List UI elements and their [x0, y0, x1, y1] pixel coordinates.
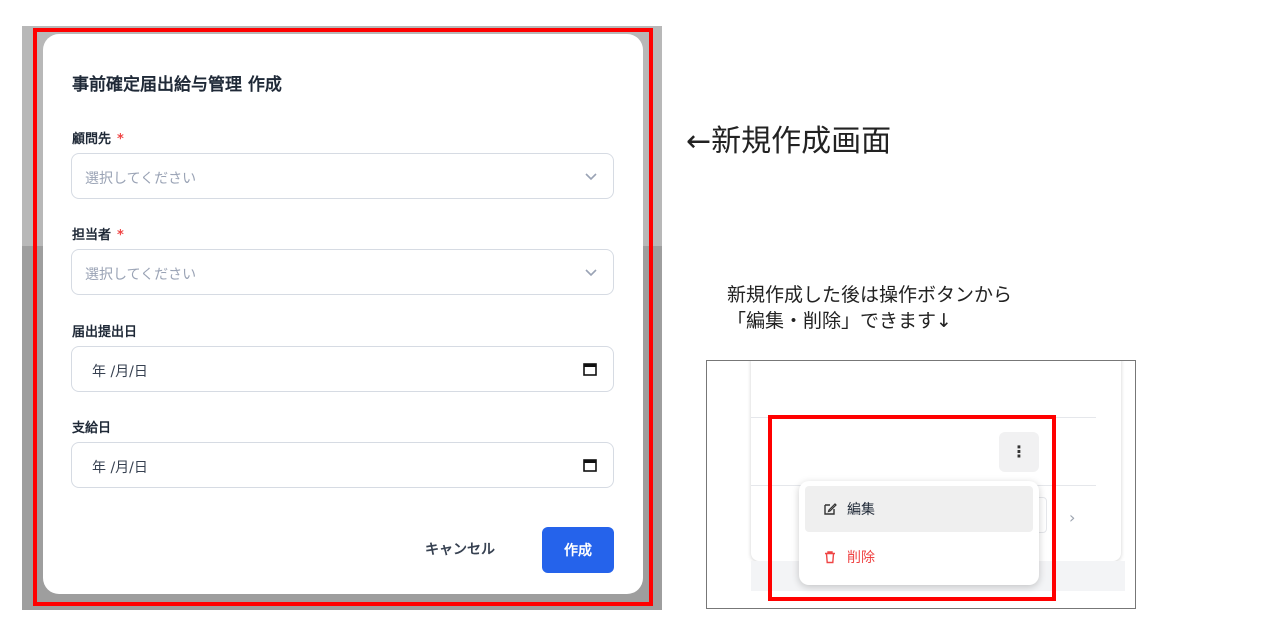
operation-note-line1: 新規作成した後は操作ボタンから [727, 284, 1013, 306]
highlight-frame [768, 415, 1056, 601]
new-screen-annotation: ←新規作成画面 [686, 124, 892, 159]
operation-note-line2: 「編集・削除」できます↓ [727, 310, 952, 332]
chevron-right-icon[interactable]: › [1069, 508, 1075, 527]
operation-note: 新規作成した後は操作ボタンから 「編集・削除」できます↓ [727, 282, 1012, 334]
highlight-frame [33, 28, 653, 606]
